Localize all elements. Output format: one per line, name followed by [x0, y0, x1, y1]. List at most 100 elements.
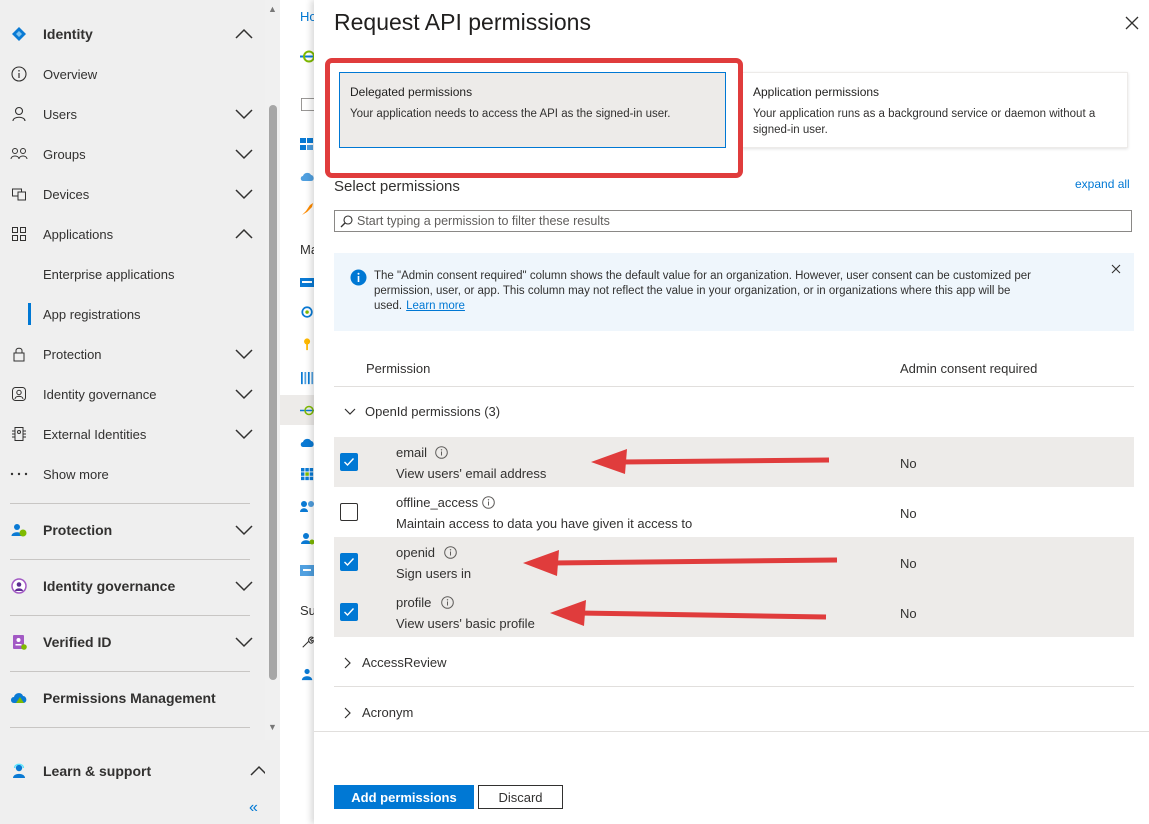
close-icon[interactable] — [1123, 14, 1141, 32]
discard-button[interactable]: Discard — [478, 785, 563, 809]
sidebar-section-label: Verified ID — [43, 634, 112, 650]
search-box-icon[interactable] — [300, 98, 315, 111]
chevron-down-icon[interactable] — [235, 524, 253, 536]
info-text-block: The "Admin consent required" column show… — [374, 269, 1074, 314]
troubleshooting-wrench-icon — [302, 636, 314, 648]
chevron-down-icon — [344, 408, 356, 415]
learn-more-link[interactable]: Learn more — [406, 300, 465, 312]
roles-admins-icon — [301, 533, 315, 545]
sidebar-section-learn-support[interactable]: Learn & support — [0, 751, 268, 791]
sidebar-section-protection[interactable]: Protection — [0, 510, 265, 550]
info-text: The "Admin consent required" column show… — [374, 270, 1031, 312]
permission-info-icon[interactable] — [441, 596, 454, 609]
permission-filter-input[interactable] — [353, 214, 1117, 228]
people-icon — [10, 145, 28, 163]
chevron-down-icon[interactable] — [235, 108, 253, 120]
group-openid-toggle[interactable]: OpenId permissions (3) — [344, 404, 500, 419]
chevron-down-icon[interactable] — [235, 428, 253, 440]
person-icon — [10, 105, 28, 123]
chevron-down-icon[interactable] — [235, 636, 253, 648]
admin-consent-value: No — [900, 556, 917, 571]
sidebar-item-protection[interactable]: Protection — [0, 334, 265, 374]
lock-icon — [10, 345, 28, 363]
sidebar-item-external-identities[interactable]: External Identities — [0, 414, 265, 454]
new-support-request-icon — [301, 668, 313, 681]
permission-description: Sign users in — [396, 566, 472, 581]
permission-info-icon[interactable] — [444, 546, 457, 559]
divider — [10, 559, 250, 560]
permission-checkbox[interactable] — [340, 553, 358, 571]
sidebar-item-app-registrations[interactable]: App registrations — [0, 294, 265, 334]
app-registration-icon — [300, 50, 315, 63]
expand-all-link[interactable]: expand all — [1075, 177, 1130, 191]
admin-consent-value: No — [900, 456, 917, 471]
chevron-right-icon — [344, 707, 351, 718]
scroll-up-icon[interactable]: ▲ — [268, 4, 277, 14]
overview-grid-icon — [300, 138, 313, 150]
sidebar-item-users[interactable]: Users — [0, 94, 265, 134]
chevron-down-icon[interactable] — [235, 388, 253, 400]
api-permissions-icon[interactable] — [300, 404, 315, 417]
sidebar-item-identity[interactable]: Identity — [0, 14, 265, 54]
expose-api-cloud-icon — [300, 438, 314, 447]
chevron-down-icon[interactable] — [235, 348, 253, 360]
permission-checkbox[interactable] — [340, 603, 358, 621]
permission-checkbox[interactable] — [340, 503, 358, 521]
sidebar: Identity Overview Users Groups Devices A — [0, 0, 268, 824]
sidebar-item-label: Enterprise applications — [43, 267, 175, 282]
group-label: OpenId permissions (3) — [365, 404, 501, 419]
sidebar-section-identity-governance[interactable]: Identity governance — [0, 566, 265, 606]
group-acronym-toggle[interactable]: Acronym — [344, 705, 413, 720]
sidebar-item-enterprise-applications[interactable]: Enterprise applications — [0, 254, 265, 294]
application-permissions-card[interactable]: Application permissions Your application… — [742, 72, 1128, 148]
sidebar-item-label: Protection — [43, 347, 102, 362]
permission-checkbox[interactable] — [340, 453, 358, 471]
verified-id-icon — [10, 633, 28, 651]
sidebar-item-groups[interactable]: Groups — [0, 134, 265, 174]
sidebar-item-label: External Identities — [43, 427, 147, 442]
sidebar-scroll-bottom — [265, 740, 280, 824]
permission-name: offline_access — [396, 495, 479, 510]
sidebar-section-label: Learn & support — [43, 763, 152, 779]
header-divider — [334, 386, 1134, 387]
card-title: Application permissions — [753, 85, 880, 99]
external-identities-icon — [10, 425, 28, 443]
sidebar-section-verified-id[interactable]: Verified ID — [0, 622, 265, 662]
key-icon — [304, 338, 311, 351]
sidebar-item-applications[interactable]: Applications — [0, 214, 265, 254]
sidebar-section-label: Protection — [43, 522, 113, 538]
info-circle-icon — [10, 65, 28, 83]
sidebar-item-devices[interactable]: Devices — [0, 174, 265, 214]
sidebar-section-label: Identity governance — [43, 578, 176, 594]
cloud-permissions-icon — [10, 689, 28, 707]
chevron-down-icon[interactable] — [235, 148, 253, 160]
divider — [10, 503, 250, 504]
sidebar-item-identity-governance[interactable]: Identity governance — [0, 374, 265, 414]
governance-icon — [10, 385, 28, 403]
chevron-down-icon[interactable] — [235, 580, 253, 592]
apps-grid-icon — [10, 225, 28, 243]
dismiss-info-icon[interactable] — [1110, 263, 1122, 275]
collapse-sidebar-icon[interactable]: « — [249, 799, 258, 817]
group-label: AccessReview — [362, 655, 447, 670]
chevron-up-icon[interactable] — [235, 28, 253, 40]
chevron-up-icon[interactable] — [235, 228, 253, 240]
group-access-review-toggle[interactable]: AccessReview — [344, 655, 447, 670]
scroll-down-icon[interactable]: ▼ — [268, 722, 277, 732]
permission-info-icon[interactable] — [435, 446, 448, 459]
scrollbar-thumb[interactable] — [269, 105, 277, 680]
permission-row-offline-access[interactable]: offline_access Maintain access to data y… — [334, 487, 1134, 537]
add-permissions-button[interactable]: Add permissions — [334, 785, 474, 809]
column-header-permission: Permission — [366, 361, 431, 376]
sidebar-item-overview[interactable]: Overview — [0, 54, 265, 94]
permission-description: Maintain access to data you have given i… — [396, 516, 693, 531]
annotation-highlight-box — [325, 58, 743, 178]
sidebar-item-show-more[interactable]: Show more — [0, 454, 265, 494]
sidebar-item-label: Overview — [43, 67, 98, 82]
sidebar-section-permissions-management[interactable]: Permissions Management — [0, 678, 265, 718]
permission-info-icon[interactable] — [482, 496, 495, 509]
chevron-down-icon[interactable] — [235, 188, 253, 200]
annotation-arrow — [523, 550, 838, 576]
permission-filter-field[interactable] — [334, 210, 1132, 232]
row-divider — [334, 686, 1134, 687]
